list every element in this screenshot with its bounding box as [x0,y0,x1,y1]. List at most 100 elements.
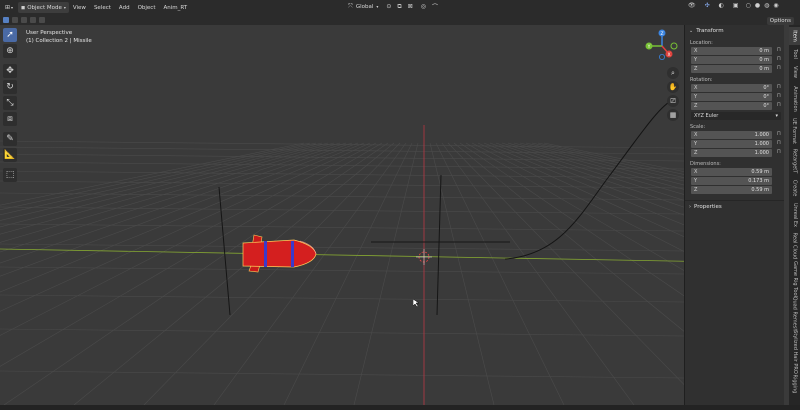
lock-icon[interactable]: ⊓ [777,47,781,53]
lock-icon[interactable]: ⊓ [777,131,781,137]
viewport-editor-icon: ⊞ [5,4,11,11]
cursor-tool-icon[interactable]: ⊕ [3,44,17,58]
sidebar-tab-label: Rigging [791,374,798,394]
lock-icon[interactable]: ⊓ [777,93,781,99]
sidebar-tab[interactable]: Animation [789,82,800,116]
select-mode-subtract-icon[interactable] [20,17,27,23]
rotation-z-field[interactable]: Z 0° ⊓ [691,102,781,110]
menu-object[interactable]: Object [134,5,160,11]
snap-target-icon[interactable]: ⊠ [408,3,413,10]
sidebar-tab-label: View [791,66,798,78]
select-mode-invert-icon[interactable] [29,17,36,23]
mouse-cursor-icon [413,299,419,308]
menu-anim-rt[interactable]: Anim_RT [159,5,191,11]
select-mode-new-icon[interactable] [3,17,9,23]
menu-add[interactable]: Add [115,5,134,11]
move-tool-icon[interactable]: ✥ [3,64,17,78]
measure-tool-icon[interactable]: 📐 [3,148,17,162]
chevron-right-icon: › [689,203,691,210]
location-x-field[interactable]: X0 m ⊓ [691,47,781,55]
scale-tool-icon[interactable]: ⤡ [3,96,17,110]
sidebar-tab[interactable]: Create [789,177,800,199]
dimensions-y-field[interactable]: Y 0.173 m [691,177,772,185]
select-box-tool-icon[interactable]: ➚ [3,28,17,42]
location-label: Location: [690,40,713,46]
pan-hand-icon[interactable]: ✋ [667,81,679,93]
transform-orientation-dropdown[interactable]: Global [353,4,377,10]
add-cube-tool-icon[interactable]: ⬚ [3,168,17,182]
neg-z-axis-handle[interactable] [658,53,665,60]
select-mode-extend-icon[interactable] [11,17,18,23]
xray-icon[interactable]: ▣ [733,2,739,9]
perspective-toggle-icon[interactable]: ▦ [667,109,679,121]
pivot-point-icon[interactable]: ⊙ [386,3,391,10]
dimensions-label: Dimensions: [690,161,721,167]
sidebar-tab[interactable]: Unreal Ex [789,200,800,230]
sidebar-tab[interactable]: UE Format [789,117,800,145]
transform-tool-icon[interactable]: ⧈ [3,112,17,126]
lock-icon[interactable]: ⊓ [777,140,781,146]
chevron-down-icon: ▾ [376,4,379,9]
sidebar-tab[interactable]: Rigging [789,373,800,395]
sidebar-tab[interactable]: Quad Remesh [789,297,800,332]
mode-dropdown[interactable]: ◼ Object Mode ▾ [18,2,69,13]
shading-material-icon[interactable]: ◍ [764,2,769,9]
dimensions-x-field[interactable]: X 0.59 m [691,168,772,176]
transform-panel-header[interactable]: ⌄ Transform [685,25,784,36]
sidebar-tab[interactable]: Stylized Hair PRO [789,330,800,374]
scale-y-field[interactable]: Y 1.000 ⊓ [691,140,781,148]
helper-line [218,186,231,316]
rotate-tool-icon[interactable]: ↻ [3,80,17,94]
y-axis-label: Y [647,44,651,50]
scale-z-field[interactable]: Z 1.000 ⊓ [691,149,781,157]
rotation-mode-dropdown[interactable]: XYZ Euler ▾ [691,112,781,120]
helper-line [436,174,442,316]
shading-solid-icon[interactable]: ● [755,2,760,9]
zoom-icon[interactable]: ⌕ [667,67,679,79]
menu-select[interactable]: Select [90,5,115,11]
camera-view-icon[interactable]: ⎚ [667,95,679,107]
snap-icon[interactable]: ⧉ [397,3,401,11]
rotation-x-field[interactable]: X 0° ⊓ [691,84,781,92]
editor-type-button[interactable]: ⊞ ▾ [2,2,16,13]
sidebar-tab[interactable]: Item [789,27,800,45]
sidebar-tab[interactable]: Game Rig Tool [789,261,800,297]
location-z-field[interactable]: Z0 m ⊓ [691,65,781,73]
location-y-field[interactable]: Y0 m ⊓ [691,56,781,64]
3d-cursor[interactable] [416,249,432,265]
lock-icon[interactable]: ⊓ [777,65,781,71]
sidebar-tab[interactable]: View [789,63,800,81]
lock-icon[interactable]: ⊓ [777,102,781,108]
overlays-icon[interactable]: ◐ [719,2,724,9]
sidebar-tab[interactable]: RetargetT [789,146,800,176]
3d-viewport[interactable]: User Perspective (1) Collection 2 | Miss… [0,25,783,405]
scale-x-field[interactable]: X 1.000 ⊓ [691,131,781,139]
sidebar-tab-label: Animation [791,86,798,112]
lock-icon[interactable]: ⊓ [777,149,781,155]
falloff-icon[interactable]: ⌒ [432,2,438,11]
lock-icon[interactable]: ⊓ [777,56,781,62]
select-mode-intersect-icon[interactable] [38,17,45,23]
gizmo-icon[interactable]: ✣ [705,2,710,9]
menu-view[interactable]: View [69,5,90,11]
shading-rendered-icon[interactable]: ◉ [773,2,778,9]
rotation-y-field[interactable]: Y 0° ⊓ [691,93,781,101]
sidebar-tab-label: Tool [791,49,798,59]
shading-wireframe-icon[interactable]: ○ [746,2,751,9]
perspective-label: User Perspective [26,30,73,36]
sidebar-tab-strip: Item Tool View Animation UE Format RetargetT C… [789,25,800,405]
dimensions-z-field[interactable]: Z 0.59 m [691,186,772,194]
sidebar-tab-label: Real Cloud [791,232,798,260]
proportional-editing-icon[interactable]: ◎ [421,3,426,10]
collection-label: (1) Collection 2 | Missile [26,38,92,44]
options-dropdown[interactable]: Options [766,17,794,25]
chevron-down-icon: ▾ [63,5,66,10]
lock-icon[interactable]: ⊓ [777,84,781,90]
properties-panel-header[interactable]: › Properties [685,200,784,212]
sidebar-tab[interactable]: Tool [789,46,800,62]
visibility-icon[interactable]: 👁 [688,2,696,9]
annotate-tool-icon[interactable]: ✎ [3,132,17,146]
scale-label: Scale: [690,124,706,130]
sidebar-tab[interactable]: Real Cloud [789,231,800,261]
neg-y-axis-handle[interactable] [670,42,678,50]
